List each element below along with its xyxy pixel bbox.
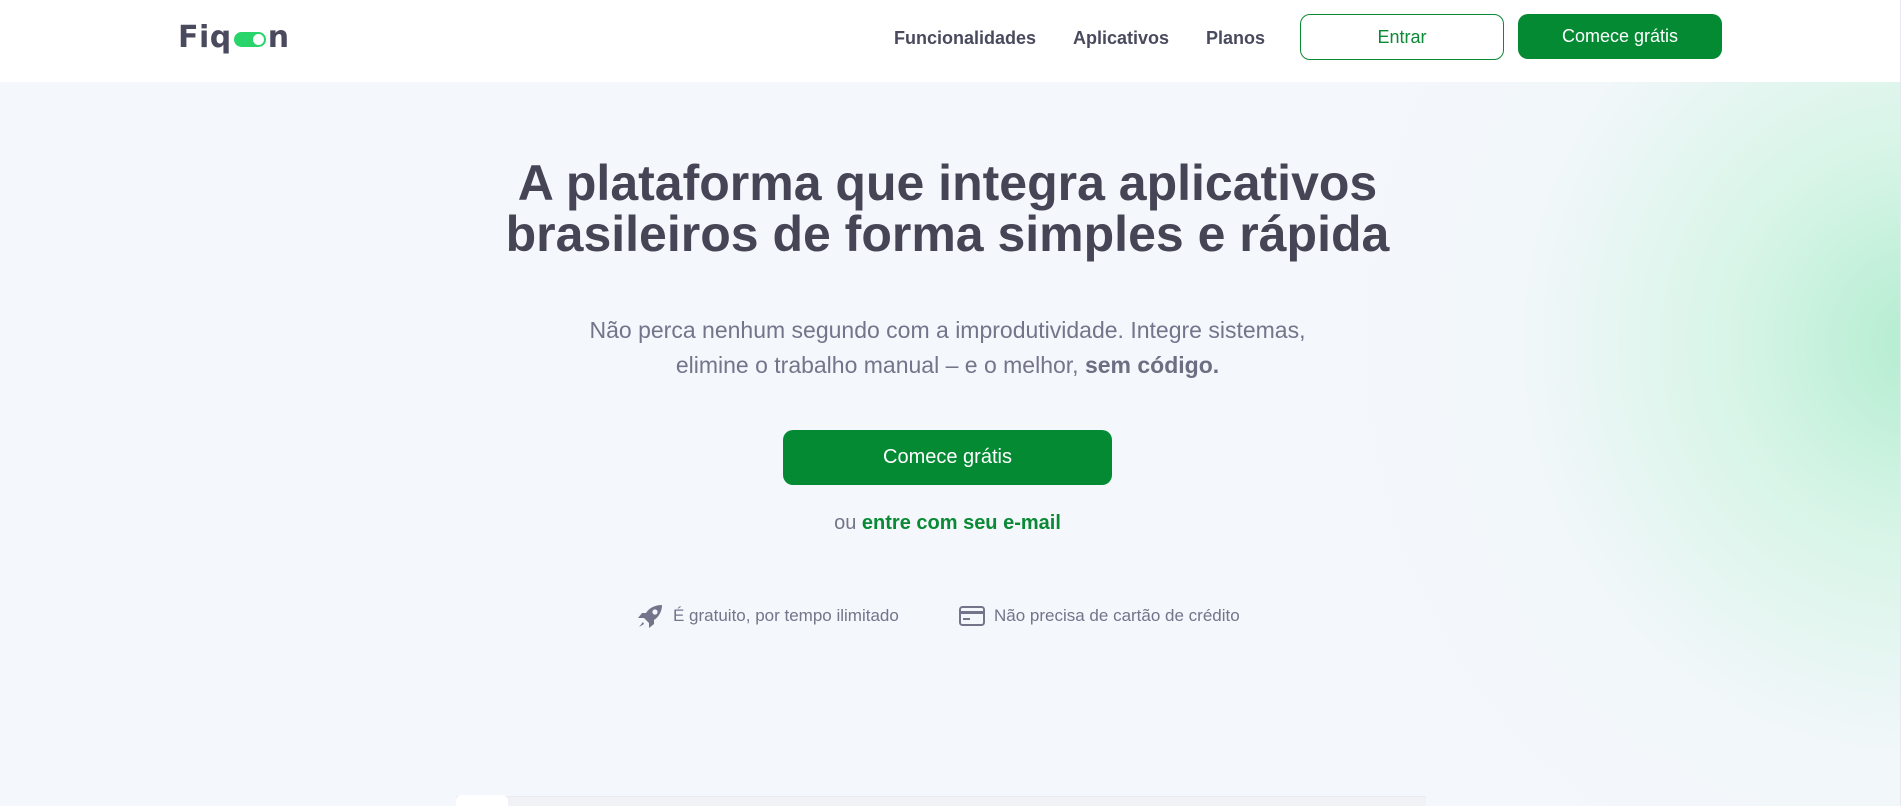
hero-subtitle: Não perca nenhum segundo com a improduti… xyxy=(550,313,1345,383)
fiqon-logo[interactable]: Fiq n xyxy=(178,19,290,55)
email-login-line: ou entre com seu e-mail xyxy=(700,512,1195,535)
email-login-prefix: ou xyxy=(834,512,857,534)
signup-header-button[interactable]: Comece grátis xyxy=(1518,14,1722,59)
nav-item-planos[interactable]: Planos xyxy=(1206,28,1265,49)
credit-card-icon xyxy=(959,606,985,626)
hero-title-line-2: brasileiros de forma simples e rápida xyxy=(505,206,1390,262)
perk-no-credit-card: Não precisa de cartão de crédito xyxy=(959,603,1240,629)
product-preview-edge xyxy=(456,795,1426,806)
email-login-link[interactable]: entre com seu e-mail xyxy=(862,512,1061,534)
rocket-icon xyxy=(638,604,662,628)
signup-hero-button[interactable]: Comece grátis xyxy=(783,430,1112,485)
preview-tab xyxy=(456,795,508,806)
hero-subtitle-emphasis: sem código. xyxy=(1084,352,1220,378)
site-header: Fiq n Funcionalidades Aplicativos Planos… xyxy=(0,0,1901,82)
hero-title: A plataforma que integra aplicativos bra… xyxy=(350,158,1545,260)
perk-label: É gratuito, por tempo ilimitado xyxy=(673,606,899,625)
logo-text-suffix: n xyxy=(267,19,290,55)
perk-label: Não precisa de cartão de crédito xyxy=(994,606,1240,625)
logo-toggle-icon xyxy=(233,31,266,47)
logo-text-prefix: Fiq xyxy=(178,19,232,55)
hero-title-line-1: A plataforma que integra aplicativos xyxy=(517,155,1378,211)
nav-item-funcionalidades[interactable]: Funcionalidades xyxy=(894,28,1036,49)
perk-free-forever: É gratuito, por tempo ilimitado xyxy=(637,603,899,629)
nav-item-aplicativos[interactable]: Aplicativos xyxy=(1073,28,1169,49)
login-button[interactable]: Entrar xyxy=(1300,14,1504,60)
